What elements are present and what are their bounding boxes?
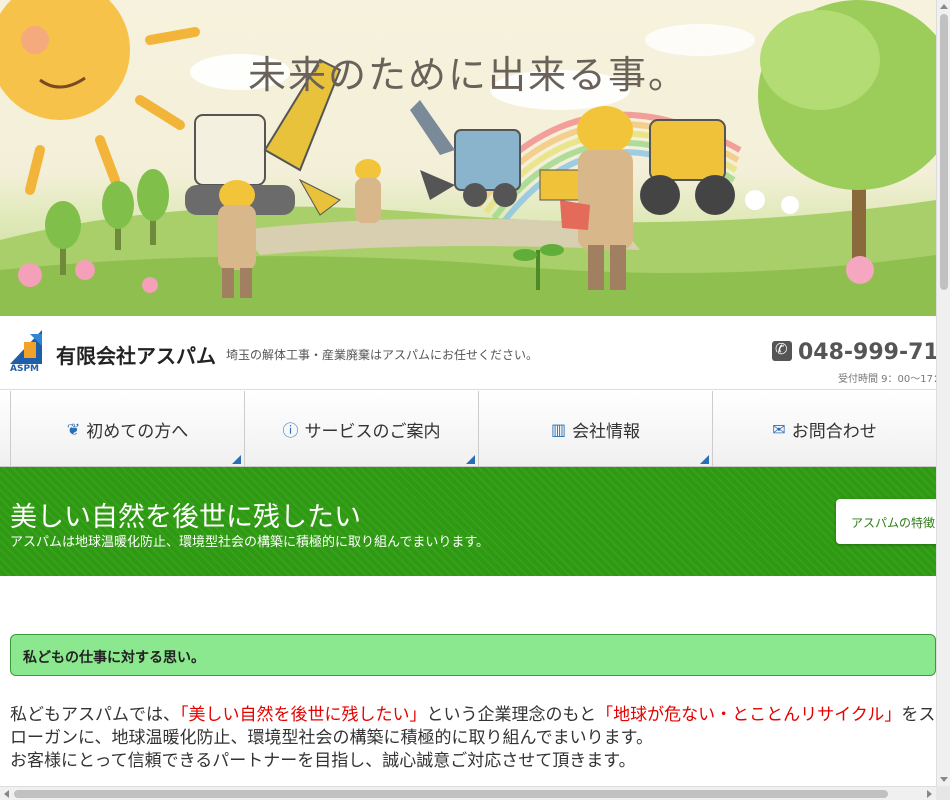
scroll-right-icon[interactable]	[927, 790, 932, 798]
nav-item-company[interactable]: ▥ 会社情報	[478, 391, 712, 467]
nav-item-first-time[interactable]: ❦ 初めての方へ	[10, 391, 244, 467]
corner-triangle-icon	[232, 455, 241, 464]
tagline: 埼玉の解体工事・産業廃棄はアスパムにお任せください。	[226, 348, 539, 362]
corner-triangle-icon	[700, 455, 709, 464]
vertical-scrollbar[interactable]	[936, 0, 950, 786]
corner-triangle-icon	[466, 455, 475, 464]
scroll-down-icon[interactable]	[940, 777, 948, 782]
text-fragment: という企業理念のもと	[426, 705, 597, 725]
highlight-text: 「美しい自然を後世に残したい」	[180, 705, 427, 725]
nav-item-services[interactable]: ⓘ サービスのご案内	[244, 391, 478, 467]
scrollbar-corner	[936, 786, 950, 800]
phone-number[interactable]: 048-999-713	[772, 340, 950, 365]
text-fragment: お客様にとって信頼できるパートナーを目指し、誠心誠意ご対応させて頂きます。	[10, 751, 636, 771]
highlight-text: 「地球が危ない・とことんリサイクル」	[596, 705, 902, 725]
features-button[interactable]: アスパムの特徴	[836, 499, 946, 544]
hero-title: 未来のために出来る事。	[247, 53, 688, 97]
logo-text: 有限会社アスパム	[56, 344, 216, 368]
company-logo[interactable]: ASPM 有限会社アスパム	[10, 330, 216, 376]
text-fragment: 私どもアスパムでは、	[10, 705, 180, 725]
mission-band: 美しい自然を後世に残したい アスパムは地球温暖化防止、環境型社会の構築に積極的に…	[0, 467, 946, 576]
nav-label: サービスのご案内	[304, 421, 441, 442]
logo-abbr: ASPM	[10, 364, 39, 374]
global-nav: ❦ 初めての方へ ⓘ サービスのご案内 ▥ 会社情報 ✉ お問合わせ	[0, 391, 936, 467]
phone-icon	[772, 340, 792, 361]
section-heading: 私どもの仕事に対する思い。	[10, 634, 936, 676]
aspm-logo-icon	[10, 330, 42, 364]
leaf-icon: ❦	[66, 419, 81, 439]
hero-banner: 未来のために出来る事。	[0, 0, 936, 316]
band-title: 美しい自然を後世に残したい	[10, 502, 361, 533]
band-subtitle: アスパムは地球温暖化防止、環境型社会の構築に積極的に取り組んでまいります。	[10, 535, 490, 550]
business-hours: 受付時間 9：00〜17：	[838, 374, 943, 385]
vertical-scroll-thumb[interactable]	[940, 14, 948, 290]
envelope-icon: ✉	[772, 419, 786, 439]
nav-label: お問合わせ	[791, 421, 877, 442]
nav-label: 初めての方へ	[86, 421, 189, 442]
site-header: ASPM 有限会社アスパム 埼玉の解体工事・産業廃棄はアスパムにお任せください。…	[0, 316, 950, 390]
philosophy-text: 私どもアスパムでは、「美しい自然を後世に残したい」という企業理念のもと「地球が危…	[10, 704, 936, 773]
scroll-up-icon[interactable]	[940, 4, 948, 9]
info-icon: ⓘ	[282, 421, 299, 440]
nav-label: 会社情報	[572, 421, 641, 442]
horizontal-scroll-thumb[interactable]	[14, 790, 888, 798]
phone-text: 048-999-713	[798, 340, 950, 365]
scroll-left-icon[interactable]	[4, 790, 9, 798]
nav-item-contact[interactable]: ✉ お問合わせ	[712, 391, 936, 467]
building-icon: ▥	[550, 419, 567, 439]
horizontal-scrollbar[interactable]	[0, 786, 936, 800]
